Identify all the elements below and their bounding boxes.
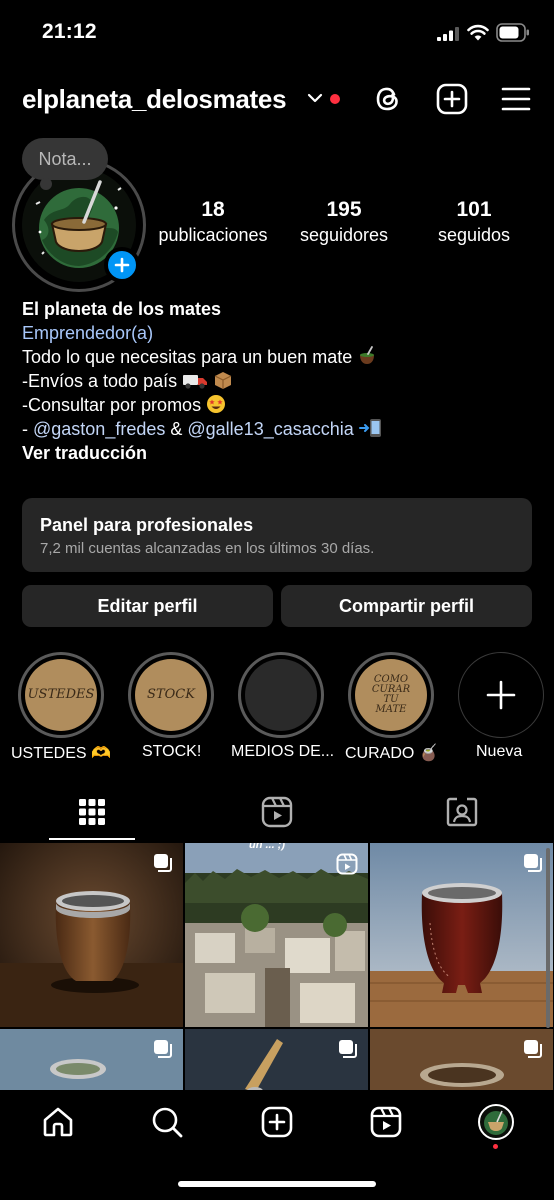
status-time: 21:12 <box>42 20 97 43</box>
professional-dashboard-title: Panel para profesionales <box>40 515 254 535</box>
home-icon[interactable] <box>42 1106 74 1138</box>
profile-notification-dot <box>493 1144 498 1149</box>
profile-bio: El planeta de los mates Emprendedor(a) T… <box>22 297 532 465</box>
highlight-cover: COMO CURAR TU MATE <box>355 659 427 731</box>
stat-following-count: 101 <box>456 198 492 221</box>
post-thumbnail[interactable] <box>185 1029 368 1090</box>
see-translation-link[interactable]: Ver traducción <box>22 441 532 465</box>
stat-following[interactable]: 101 seguidos <box>424 198 524 246</box>
bio-amp: & <box>165 419 188 439</box>
profile-header: elplaneta_delosmates <box>0 76 554 122</box>
profile-tab-avatar[interactable] <box>478 1104 514 1140</box>
search-icon[interactable] <box>151 1106 183 1138</box>
stat-posts-count: 18 <box>201 198 225 221</box>
post-thumbnail[interactable] <box>370 843 553 1027</box>
planet-mate-logo-icon <box>484 1110 508 1135</box>
post-thumbnail[interactable] <box>0 843 183 1027</box>
highlight-ustedes[interactable]: USTEDES <box>18 652 104 738</box>
mention-link[interactable]: @galle13_casacchia <box>187 419 353 439</box>
post-overlay-text: un ... ;) <box>249 843 286 851</box>
highlight-ring <box>238 652 324 738</box>
stat-followers-label: seguidores <box>299 225 389 245</box>
menu-icon[interactable] <box>499 84 533 114</box>
reel-indicator-icon <box>336 853 358 875</box>
home-indicator <box>178 1181 376 1187</box>
highlight-label: CURADO 🧉 <box>345 745 439 762</box>
multi-photo-icon <box>524 854 542 872</box>
plus-icon <box>486 680 516 710</box>
highlight-cover <box>245 659 317 731</box>
posts-grid: un ... ;) <box>0 843 554 1090</box>
highlight-medios[interactable] <box>238 652 324 738</box>
tagged-icon[interactable] <box>446 796 478 828</box>
highlight-ring: STOCK <box>128 652 214 738</box>
bio-line: -Consultar por promos <box>22 393 532 417</box>
mate-emoji-icon <box>360 346 375 364</box>
bio-line: -Envíos a todo país <box>22 369 532 393</box>
highlight-label: MEDIOS DE... <box>231 743 335 760</box>
profile-category: Emprendedor(a) <box>22 323 154 343</box>
multi-photo-icon <box>339 1040 357 1058</box>
mention-link[interactable]: @gaston_fredes <box>33 419 165 439</box>
status-bar: 21:12 <box>0 0 554 66</box>
phone-arrow-icon <box>358 419 381 437</box>
note-bubble[interactable]: Nota... <box>22 138 108 180</box>
highlight-ring: USTEDES <box>18 652 104 738</box>
delivery-truck-icon <box>183 375 208 389</box>
account-notification-dot <box>330 94 340 104</box>
note-bubble-tail <box>40 178 52 190</box>
bio-line-text: -Consultar por promos <box>22 395 202 415</box>
bio-line: Todo lo que necesitas para un buen mate <box>22 345 532 369</box>
post-thumbnail[interactable] <box>0 1029 183 1090</box>
highlight-label: USTEDES 🫶 <box>11 745 111 762</box>
bio-line-text: Todo lo que necesitas para un buen mate <box>22 347 353 367</box>
multi-photo-icon <box>154 1040 172 1058</box>
create-icon[interactable] <box>261 1106 293 1138</box>
stat-followers-count: 195 <box>326 198 362 221</box>
battery-icon <box>496 23 529 42</box>
multi-photo-icon <box>524 1040 542 1058</box>
scrollbar[interactable] <box>546 848 550 1028</box>
add-story-button[interactable] <box>104 247 140 283</box>
chevron-down-icon[interactable] <box>306 90 324 106</box>
reels-icon[interactable] <box>370 1106 402 1138</box>
grid-icon[interactable] <box>78 798 106 826</box>
stat-followers[interactable]: 195 seguidores <box>290 198 398 246</box>
highlight-label: STOCK! <box>142 743 202 760</box>
professional-dashboard[interactable]: Panel para profesionales 7,2 mil cuentas… <box>22 498 532 572</box>
account-username[interactable]: elplaneta_delosmates <box>22 84 287 115</box>
share-profile-button[interactable]: Compartir perfil <box>281 585 532 627</box>
professional-dashboard-subtitle: 7,2 mil cuentas alcanzadas en los último… <box>40 540 375 557</box>
highlight-cover: USTEDES <box>25 659 97 731</box>
bio-line-text: -Envíos a todo país <box>22 371 178 391</box>
plus-icon <box>114 257 130 273</box>
highlight-ring <box>458 652 544 738</box>
highlight-curado[interactable]: COMO CURAR TU MATE <box>348 652 434 738</box>
package-icon <box>214 372 232 389</box>
highlight-cover: STOCK <box>135 659 207 731</box>
post-thumbnail[interactable] <box>370 1029 553 1090</box>
create-icon[interactable] <box>435 82 469 116</box>
new-highlight[interactable] <box>458 652 544 738</box>
highlight-ring: COMO CURAR TU MATE <box>348 652 434 738</box>
stat-posts[interactable]: 18 publicaciones <box>150 198 276 246</box>
multi-photo-icon <box>154 854 172 872</box>
cellular-signal-icon <box>437 27 459 41</box>
highlight-stock[interactable]: STOCK <box>128 652 214 738</box>
bio-line-text: - <box>22 419 33 439</box>
threads-icon[interactable] <box>371 82 405 116</box>
highlight-label: Nueva <box>476 743 523 760</box>
stat-posts-label: publicaciones <box>158 225 268 245</box>
wifi-icon <box>467 24 489 41</box>
active-tab-indicator <box>49 838 135 840</box>
post-thumbnail[interactable]: un ... ;) <box>185 843 368 1027</box>
bio-line: - @gaston_fredes & @galle13_casacchia <box>22 417 532 441</box>
star-struck-emoji-icon <box>207 395 226 413</box>
stat-following-label: seguidos <box>437 225 511 245</box>
profile-display-name: El planeta de los mates <box>22 299 222 319</box>
profile-tabs <box>0 790 554 842</box>
reels-icon[interactable] <box>261 796 293 828</box>
edit-profile-button[interactable]: Editar perfil <box>22 585 273 627</box>
